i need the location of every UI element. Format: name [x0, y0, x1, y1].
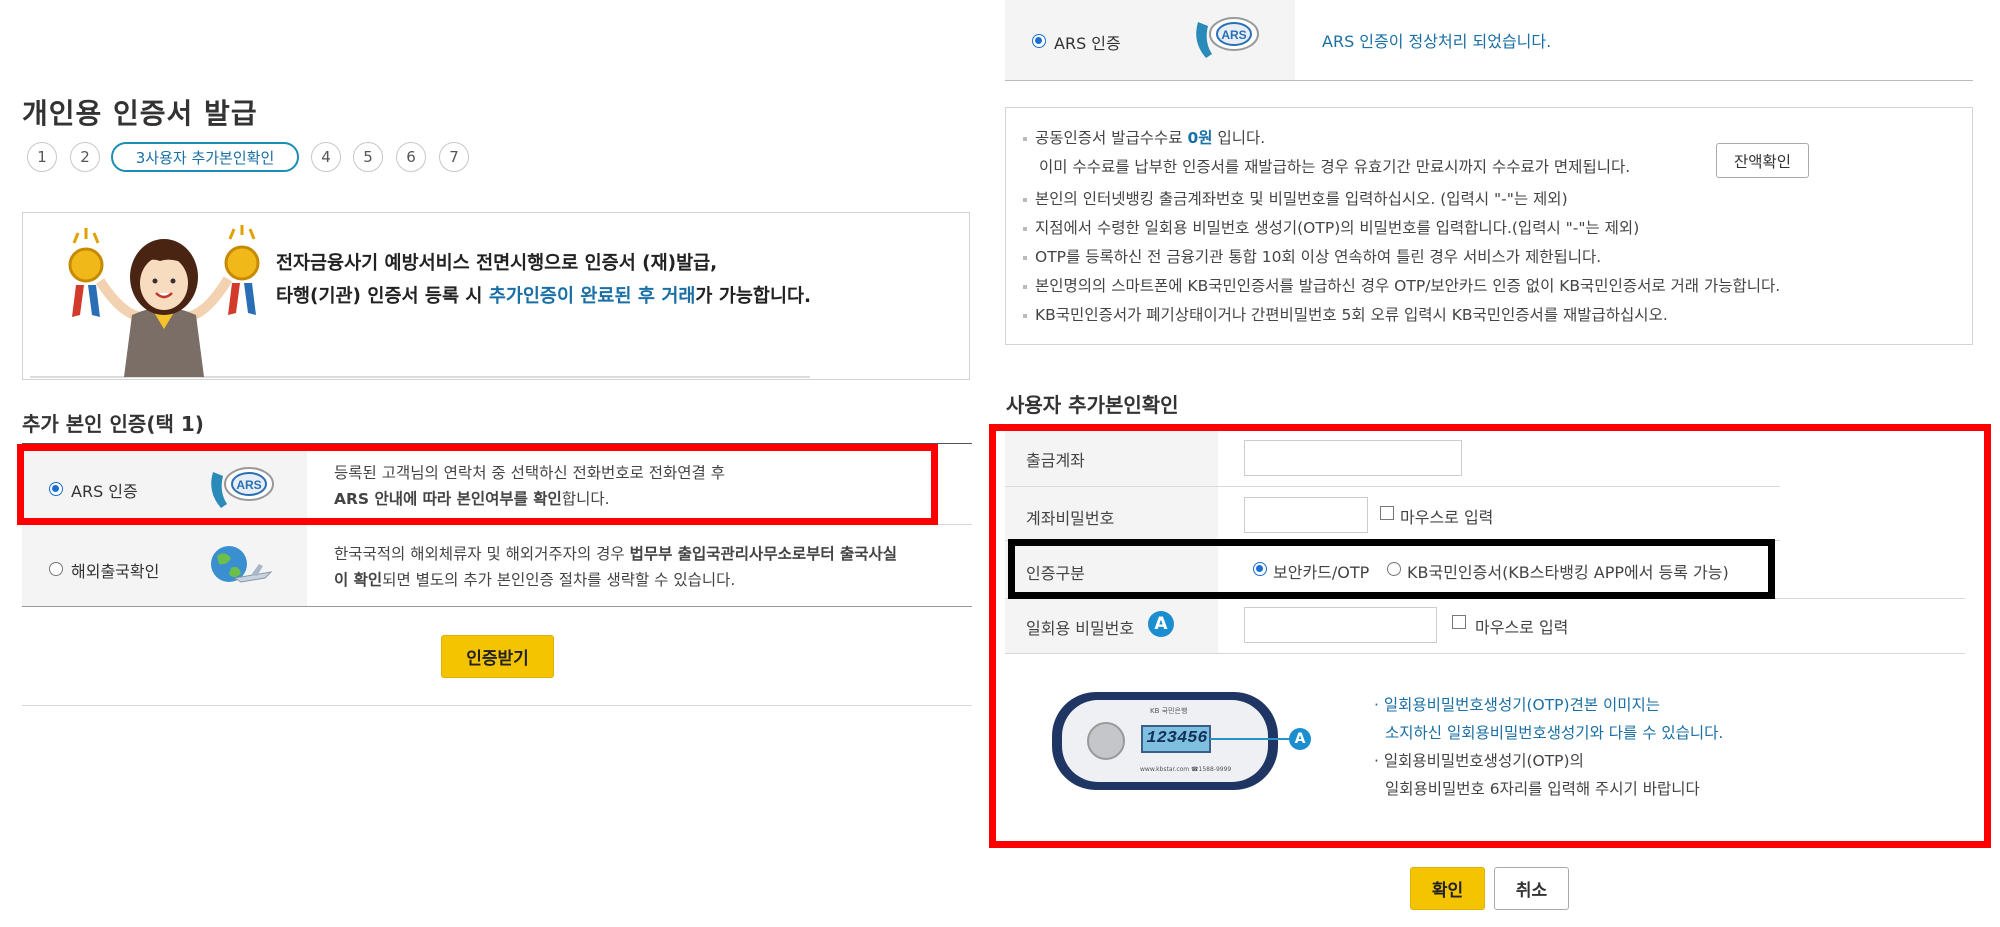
user-verify-heading: 사용자 추가본인확인 — [1006, 393, 1179, 417]
info-text: 본인의 인터넷뱅킹 출금계좌번호 및 비밀번호를 입력하십시오. (입력시 "-… — [1035, 190, 1568, 208]
step-6: 6 — [396, 142, 426, 172]
info-item-fee-2: 이미 수수료를 납부한 인증서를 재발급하는 경우 유효기간 만료시까지 수수료… — [1023, 153, 1963, 182]
bullet — [1023, 197, 1027, 202]
page-title: 개인용 인증서 발급 — [22, 97, 258, 130]
ars-status-label: ARS 인증 — [1054, 34, 1121, 53]
notice-line-1: 전자금융사기 예방서비스 전면시행으로 인증서 (재)발급, — [276, 253, 718, 274]
overseas-desc-bold-2: 이 확인 — [334, 571, 383, 589]
woman-with-medals-illustration — [68, 225, 260, 377]
globe-airplane-icon — [211, 546, 273, 583]
section-divider — [22, 705, 972, 706]
info-list: 공동인증서 발급수수료 0원 입니다. 이미 수수료를 납부한 인증서를 재발급… — [1023, 124, 1963, 330]
highlight-box-ars — [17, 444, 938, 525]
step-4: 4 — [311, 142, 341, 172]
overseas-radio[interactable] — [49, 562, 63, 576]
bullet — [1023, 226, 1027, 231]
overseas-description: 한국국적의 해외체류자 및 해외거주자의 경우 법무부 출입국관리사무소로부터 … — [334, 541, 897, 593]
ars-status-bottom-border — [1005, 80, 1973, 81]
highlight-box-user-verify — [989, 424, 1991, 848]
info-text: 지점에서 수령한 일회용 비밀번호 생성기(OTP)의 비밀번호를 입력합니다.… — [1035, 219, 1640, 237]
overseas-desc-bold: 법무부 출입국관리사무소로부터 출국사실 — [629, 545, 898, 563]
info-item-fee: 공동인증서 발급수수료 0원 입니다. — [1023, 124, 1963, 153]
get-auth-button[interactable]: 인증받기 — [441, 635, 554, 678]
info-item: 본인의 인터넷뱅킹 출금계좌번호 및 비밀번호를 입력하십시오. (입력시 "-… — [1023, 185, 1963, 214]
cancel-button[interactable]: 취소 — [1494, 867, 1569, 910]
step-2: 2 — [70, 142, 100, 172]
overseas-desc-line-2: 이 확인되면 별도의 추가 본인인증 절차를 생략할 수 있습니다. — [334, 567, 897, 593]
ars-status-radio[interactable] — [1032, 34, 1046, 48]
overseas-label: 해외출국확인 — [71, 562, 160, 581]
balance-check-button[interactable]: 잔액확인 — [1716, 143, 1809, 178]
notice-text: 전자금융사기 예방서비스 전면시행으로 인증서 (재)발급, 타행(기관) 인증… — [276, 247, 811, 313]
step-7: 7 — [439, 142, 469, 172]
fee-amount: 0원 — [1187, 129, 1213, 147]
bullet — [1023, 313, 1027, 318]
step-3-current: 3사용자 추가본인확인 — [111, 142, 299, 172]
info-item: 지점에서 수령한 일회용 비밀번호 생성기(OTP)의 비밀번호를 입력합니다.… — [1023, 214, 1963, 243]
notice-text-part: 타행(기관) 인증서 등록 시 — [276, 286, 489, 307]
notice-highlight: 추가인증이 완료된 후 거래 — [488, 286, 696, 307]
bullet — [1023, 284, 1027, 289]
notice-text-part: 가 가능합니다. — [695, 286, 812, 307]
info-item: KB국민인증서가 폐기상태이거나 간편비밀번호 5회 오류 입력시 KB국민인증… — [1023, 301, 1963, 330]
info-text: 본인명의의 스마트폰에 KB국민인증서를 발급하신 경우 OTP/보안카드 인증… — [1035, 277, 1781, 295]
bullet — [1023, 255, 1027, 260]
fee-exemption-text: 이미 수수료를 납부한 인증서를 재발급하는 경우 유효기간 만료시까지 수수료… — [1039, 158, 1631, 176]
ars-phone-icon: ARS — [1196, 17, 1259, 58]
fee-text-end: 입니다. — [1212, 129, 1266, 147]
notice-line-2: 타행(기관) 인증서 등록 시 추가인증이 완료된 후 거래가 가능합니다. — [276, 280, 811, 313]
bullet — [1023, 136, 1027, 141]
info-text: KB국민인증서가 폐기상태이거나 간편비밀번호 5회 오류 입력시 KB국민인증… — [1035, 306, 1668, 324]
info-text: OTP를 등록하신 전 금융기관 통합 10회 이상 연속하여 틀린 경우 서비… — [1035, 248, 1602, 266]
step-1: 1 — [27, 142, 57, 172]
confirm-button[interactable]: 확인 — [1410, 867, 1485, 910]
fee-text: 공동인증서 발급수수료 — [1035, 129, 1188, 147]
table-bottom-border — [22, 606, 972, 607]
overseas-desc-line-1: 한국국적의 해외체류자 및 해외거주자의 경우 법무부 출입국관리사무소로부터 … — [334, 541, 897, 567]
step-5: 5 — [353, 142, 383, 172]
ars-status-message: ARS 인증이 정상처리 되었습니다. — [1322, 32, 1552, 51]
svg-text:ARS: ARS — [1221, 28, 1246, 42]
info-item: 본인명의의 스마트폰에 KB국민인증서를 발급하신 경우 OTP/보안카드 인증… — [1023, 272, 1963, 301]
info-item-warning: OTP를 등록하신 전 금융기관 통합 10회 이상 연속하여 틀린 경우 서비… — [1023, 243, 1963, 272]
overseas-desc-rest: 되면 별도의 추가 본인인증 절차를 생략할 수 있습니다. — [382, 571, 736, 589]
auth-heading: 추가 본인 인증(택 1) — [22, 412, 204, 436]
overseas-desc-text: 한국국적의 해외체류자 및 해외거주자의 경우 — [334, 545, 630, 563]
